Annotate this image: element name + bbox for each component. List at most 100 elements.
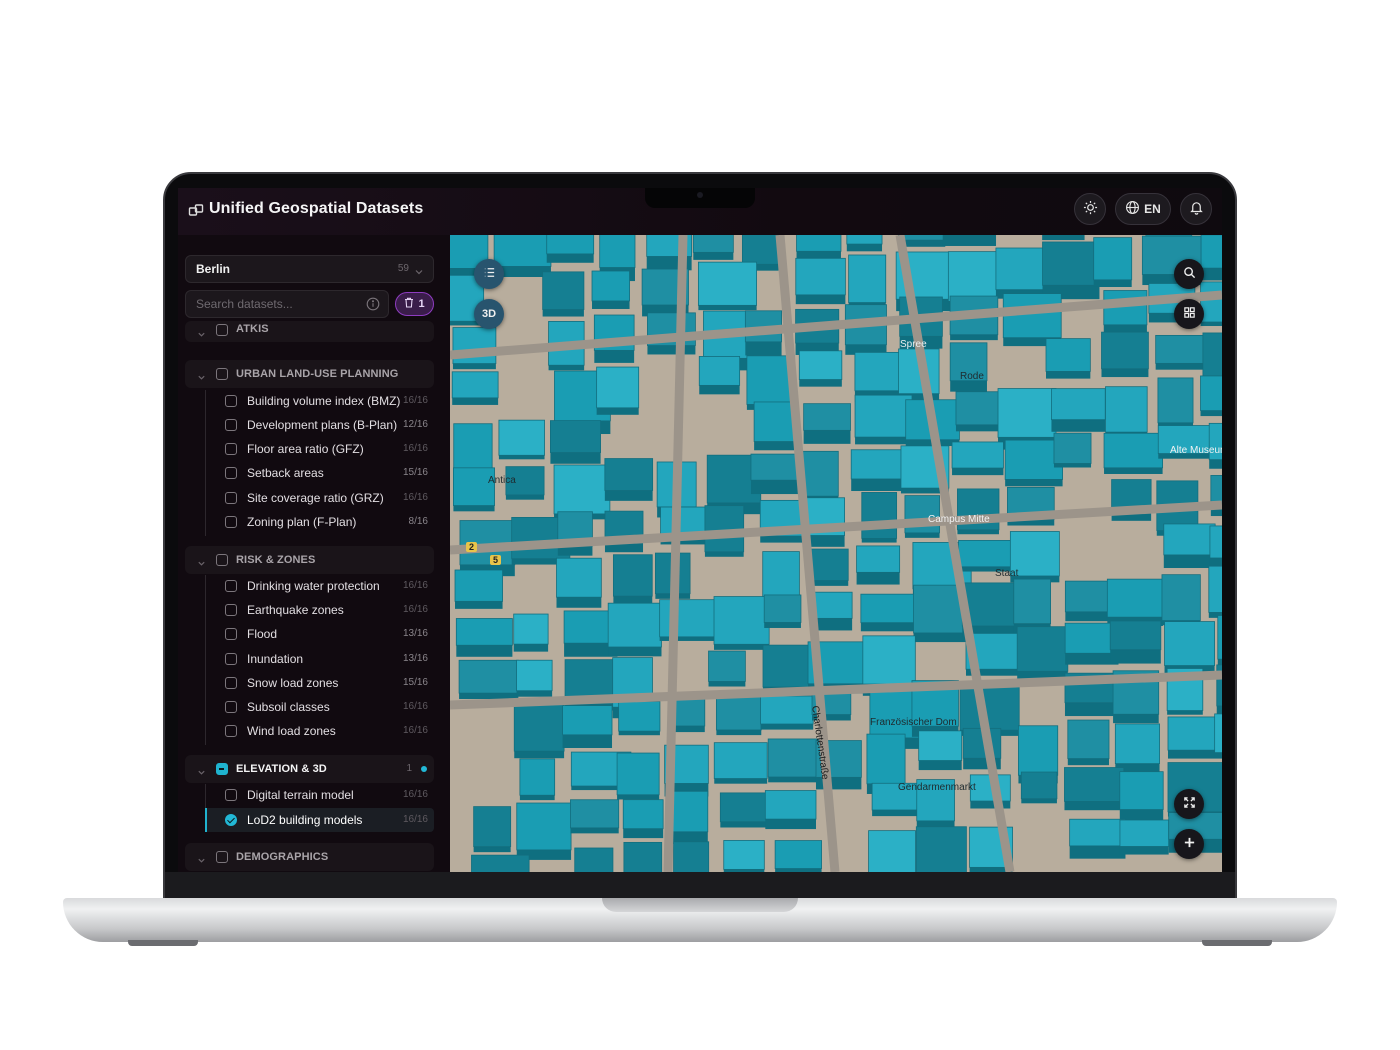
group-selected-count: 1 bbox=[406, 763, 412, 774]
building-roof bbox=[698, 356, 741, 386]
building-roof bbox=[713, 742, 768, 779]
notifications-button[interactable] bbox=[1180, 193, 1212, 225]
dataset-checkbox[interactable] bbox=[225, 789, 237, 801]
dataset-item[interactable]: Inundation 13/16 bbox=[205, 647, 434, 671]
dataset-item[interactable]: Site coverage ratio (GRZ) 16/16 bbox=[205, 486, 434, 510]
building-roof bbox=[915, 826, 967, 872]
dataset-item[interactable]: Digital terrain model 16/16 bbox=[205, 783, 434, 807]
dataset-label: Building volume index (BMZ) bbox=[247, 394, 401, 408]
dataset-checkbox[interactable] bbox=[225, 677, 237, 689]
dataset-checkbox-checked[interactable] bbox=[225, 814, 237, 826]
building-roof bbox=[803, 403, 851, 431]
dataset-checkbox[interactable] bbox=[225, 701, 237, 713]
dataset-item[interactable]: Earthquake zones 16/16 bbox=[205, 598, 434, 622]
3d-toggle-button[interactable]: 3D bbox=[474, 299, 504, 329]
building-roof bbox=[596, 366, 640, 409]
map-search-button[interactable] bbox=[1174, 259, 1204, 289]
dataset-label: Floor area ratio (GFZ) bbox=[247, 442, 364, 456]
dataset-item[interactable]: Drinking water protection 16/16 bbox=[205, 574, 434, 598]
info-icon[interactable] bbox=[366, 297, 380, 311]
building-roof bbox=[1045, 338, 1091, 372]
dataset-checkbox[interactable] bbox=[225, 725, 237, 737]
building-side bbox=[1042, 235, 1085, 241]
dataset-checkbox[interactable] bbox=[225, 443, 237, 455]
dataset-item[interactable]: Zoning plan (F-Plan) 8/16 bbox=[205, 510, 434, 534]
group-checkbox[interactable] bbox=[216, 554, 228, 566]
dataset-item[interactable]: Development plans (B-Plan) 12/16 bbox=[205, 413, 434, 437]
map-view[interactable]: Charlottenstraße Spree Rode Antica Staat… bbox=[450, 235, 1222, 872]
building-roof bbox=[958, 540, 1019, 568]
building-roof bbox=[455, 618, 513, 646]
app-screen: Unified Geospatial Datasets EN Berlin 59… bbox=[178, 188, 1222, 872]
dataset-item[interactable]: Floor area ratio (GFZ) 16/16 bbox=[205, 437, 434, 461]
sun-icon bbox=[1083, 200, 1098, 218]
dataset-checkbox[interactable] bbox=[225, 467, 237, 479]
group-label: DEMOGRAPHICS bbox=[236, 851, 329, 863]
dataset-count: 15/16 bbox=[402, 467, 428, 478]
building-roof bbox=[692, 235, 734, 253]
building-roof bbox=[997, 388, 1057, 438]
layer-list-button[interactable] bbox=[474, 259, 504, 289]
fullscreen-button[interactable] bbox=[1174, 789, 1204, 819]
language-label: EN bbox=[1144, 202, 1161, 216]
dataset-item[interactable]: Snow load zones 15/16 bbox=[205, 671, 434, 695]
building-roof bbox=[546, 235, 595, 255]
dataset-item[interactable]: Setback areas 15/16 bbox=[205, 461, 434, 485]
place-label: Rode bbox=[960, 371, 984, 382]
selected-count: 1 bbox=[418, 298, 425, 310]
basemap-button[interactable] bbox=[1174, 299, 1204, 329]
building-roof bbox=[856, 545, 901, 573]
dataset-checkbox[interactable] bbox=[225, 628, 237, 640]
building-roof bbox=[854, 394, 913, 438]
zoom-in-button[interactable] bbox=[1174, 829, 1204, 859]
group-label: URBAN LAND-USE PLANNING bbox=[236, 368, 399, 380]
dataset-checkbox[interactable] bbox=[225, 492, 237, 504]
dataset-checkbox[interactable] bbox=[225, 653, 237, 665]
dataset-checkbox[interactable] bbox=[225, 395, 237, 407]
group-checkbox[interactable] bbox=[216, 851, 228, 863]
chevron-down-icon bbox=[197, 852, 206, 863]
building-roof bbox=[947, 251, 997, 302]
dataset-checkbox[interactable] bbox=[225, 516, 237, 528]
building-roof bbox=[498, 419, 545, 456]
dataset-item-selected[interactable]: LoD2 building models 16/16 bbox=[205, 808, 434, 832]
grid-icon bbox=[1183, 306, 1196, 322]
group-checkbox[interactable] bbox=[216, 324, 228, 336]
chevron-down-icon bbox=[197, 555, 206, 566]
group-checkbox[interactable] bbox=[216, 368, 228, 380]
theme-toggle-button[interactable] bbox=[1074, 193, 1106, 225]
dataset-item[interactable]: Wind load zones 16/16 bbox=[205, 719, 434, 743]
region-select[interactable]: Berlin 59 bbox=[185, 255, 434, 283]
search-input[interactable] bbox=[185, 290, 389, 318]
building-roof bbox=[1013, 578, 1051, 625]
building-roof bbox=[574, 847, 614, 872]
building-roof bbox=[1155, 334, 1210, 364]
building-roof bbox=[1217, 615, 1222, 660]
selected-count-badge[interactable]: 1 bbox=[395, 292, 434, 316]
building-roof bbox=[1119, 771, 1164, 810]
group-demographics[interactable]: DEMOGRAPHICS bbox=[185, 843, 434, 871]
building-roof bbox=[616, 752, 660, 796]
dataset-item[interactable]: Flood 13/16 bbox=[205, 622, 434, 646]
language-switcher[interactable]: EN bbox=[1115, 193, 1171, 225]
dataset-checkbox[interactable] bbox=[225, 580, 237, 592]
building-roof bbox=[802, 450, 839, 497]
building-roof bbox=[760, 695, 814, 725]
dataset-checkbox[interactable] bbox=[225, 419, 237, 431]
trash-icon bbox=[404, 297, 414, 311]
building-roof bbox=[1145, 235, 1193, 237]
group-atkis[interactable]: ATKIS bbox=[185, 321, 434, 342]
chevron-down-icon bbox=[197, 369, 206, 380]
chevron-down-icon bbox=[414, 264, 424, 275]
dataset-item[interactable]: Building volume index (BMZ) 16/16 bbox=[205, 389, 434, 413]
building-roof bbox=[473, 806, 512, 848]
dataset-checkbox[interactable] bbox=[225, 604, 237, 616]
building-roof bbox=[807, 548, 849, 581]
group-urban-land-use-planning[interactable]: URBAN LAND-USE PLANNING bbox=[185, 360, 434, 388]
dataset-item[interactable]: Subsoil classes 16/16 bbox=[205, 695, 434, 719]
group-checkbox[interactable] bbox=[216, 763, 228, 775]
building-roof bbox=[1202, 332, 1222, 382]
group-risk-and-zones[interactable]: RISK & ZONES bbox=[185, 546, 434, 574]
place-label: Französischer Dom bbox=[870, 717, 957, 728]
group-elevation-and-3d[interactable]: ELEVATION & 3D 1 bbox=[185, 755, 434, 783]
